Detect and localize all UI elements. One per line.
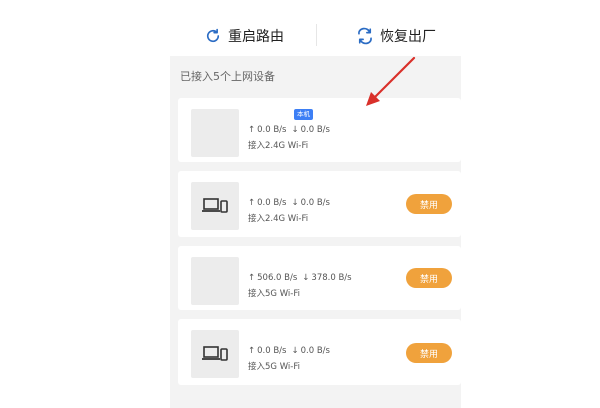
connected-devices-label: 已接入5个上网设备 — [180, 70, 275, 83]
factory-reset-label: 恢复出厂 — [380, 29, 436, 45]
connection-band: 接入5G Wi-Fi — [248, 289, 300, 299]
connection-band: 接入5G Wi-Fi — [248, 362, 300, 372]
upload-speed: 506.0 B/s — [257, 273, 298, 283]
restart-router-button[interactable]: 重启路由 — [204, 24, 284, 48]
download-speed: 0.0 B/s — [300, 125, 330, 135]
refresh-icon — [206, 28, 220, 43]
arrow-up-icon: ↑ — [248, 346, 256, 356]
arrow-up-icon: ↑ — [248, 198, 256, 208]
device-speeds: ↑ 506.0 B/s ↓ 378.0 B/s — [248, 273, 352, 283]
swap-arrows-icon — [358, 27, 372, 45]
device-speeds: ↑ 0.0 B/s ↓ 0.0 B/s — [248, 198, 330, 208]
upload-speed: 0.0 B/s — [257, 198, 287, 208]
device-card[interactable]: ↑ 0.0 B/s ↓ 0.0 B/s 接入2.4G Wi-Fi 禁用 — [178, 171, 461, 237]
arrow-down-icon: ↓ — [291, 346, 299, 356]
restart-router-label: 重启路由 — [228, 29, 284, 45]
connection-band: 接入2.4G Wi-Fi — [248, 141, 309, 151]
arrow-up-icon: ↑ — [248, 125, 256, 135]
arrow-down-icon: ↓ — [302, 273, 310, 283]
laptop-phone-icon — [202, 198, 228, 213]
factory-reset-button[interactable]: 恢复出厂 — [356, 24, 436, 48]
upload-speed: 0.0 B/s — [257, 125, 287, 135]
download-speed: 0.0 B/s — [300, 346, 330, 356]
device-thumbnail — [191, 182, 239, 230]
arrow-down-icon: ↓ — [291, 198, 299, 208]
download-speed: 0.0 B/s — [300, 198, 330, 208]
connection-band: 接入2.4G Wi-Fi — [248, 214, 309, 224]
device-speeds: ↑ 0.0 B/s ↓ 0.0 B/s — [248, 346, 330, 356]
device-speeds: ↑ 0.0 B/s ↓ 0.0 B/s — [248, 125, 330, 135]
device-card[interactable]: 本机 ↑ 0.0 B/s ↓ 0.0 B/s 接入2.4G Wi-Fi — [178, 98, 461, 162]
ban-device-button[interactable]: 禁用 — [406, 194, 452, 214]
this-device-badge: 本机 — [294, 109, 313, 120]
ban-device-button[interactable]: 禁用 — [406, 343, 452, 363]
arrow-up-icon: ↑ — [248, 273, 256, 283]
upload-speed: 0.0 B/s — [257, 346, 287, 356]
laptop-phone-icon — [202, 346, 228, 361]
toolbar-divider — [316, 24, 317, 46]
top-action-bar: 重启路由 恢复出厂 — [170, 0, 461, 56]
device-thumbnail — [191, 330, 239, 378]
device-card[interactable]: ↑ 0.0 B/s ↓ 0.0 B/s 接入5G Wi-Fi 禁用 — [178, 319, 461, 385]
arrow-down-icon: ↓ — [291, 125, 299, 135]
ban-device-button[interactable]: 禁用 — [406, 268, 452, 288]
download-speed: 378.0 B/s — [311, 273, 352, 283]
device-thumbnail — [191, 257, 239, 305]
device-card[interactable]: ↑ 506.0 B/s ↓ 378.0 B/s 接入5G Wi-Fi 禁用 — [178, 246, 461, 310]
device-thumbnail — [191, 109, 239, 157]
router-panel: 重启路由 恢复出厂 已接入5个上网设备 本机 ↑ 0.0 B/s ↓ 0.0 B/s … — [170, 0, 461, 408]
